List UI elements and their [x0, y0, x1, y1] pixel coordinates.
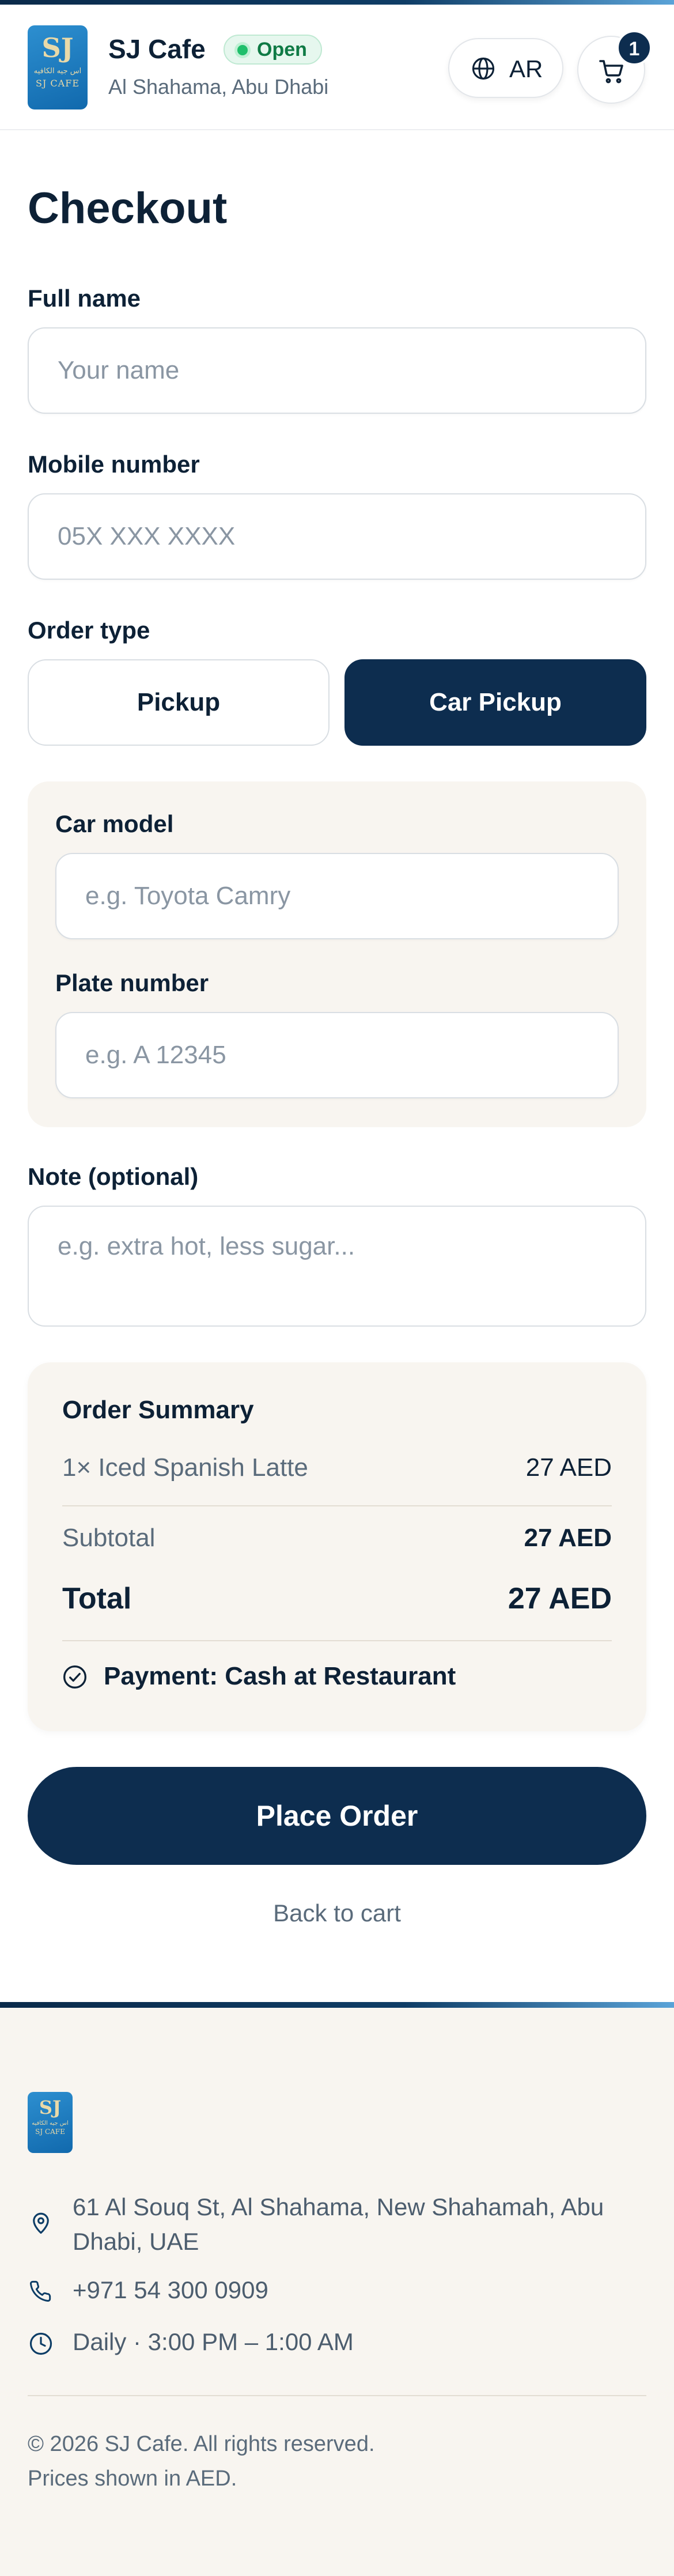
- car-details-panel: Car model Plate number: [28, 781, 646, 1127]
- language-button[interactable]: AR: [448, 38, 563, 98]
- footer-logo-english-text: SJ CAFE: [35, 2128, 65, 2136]
- mobile-input[interactable]: [28, 493, 646, 580]
- subtotal-label: Subtotal: [62, 1524, 156, 1552]
- total-label: Total: [62, 1582, 132, 1615]
- order-summary: Order Summary 1× Iced Spanish Latte 27 A…: [28, 1362, 646, 1731]
- map-pin-icon: [33, 2212, 49, 2234]
- summary-divider: [62, 1640, 612, 1641]
- shop-location: Al Shahama, Abu Dhabi: [108, 75, 329, 99]
- cafe-logo[interactable]: SJ اس جيه الكافيه SJ CAFE: [28, 25, 88, 109]
- footer-divider: [28, 2395, 646, 2396]
- order-type-car-pickup-button[interactable]: Car Pickup: [344, 659, 646, 746]
- summary-divider: [62, 1505, 612, 1506]
- language-label: AR: [509, 55, 543, 82]
- line-item-price: 27 AED: [525, 1453, 612, 1482]
- footer-logo-monogram: SJ: [39, 2097, 62, 2118]
- phone-icon: [30, 2280, 51, 2302]
- check-circle-icon: [63, 1665, 86, 1689]
- footer-accent-bar: [0, 2002, 674, 2008]
- subtotal-value: 27 AED: [524, 1524, 612, 1552]
- plate-number-input[interactable]: [55, 1012, 619, 1098]
- footer-phone[interactable]: +971 54 300 0909: [73, 2273, 643, 2307]
- status-dot-icon: [237, 45, 248, 55]
- payment-method-label: Payment: Cash at Restaurant: [104, 1662, 456, 1690]
- order-summary-title: Order Summary: [62, 1396, 254, 1424]
- car-model-label: Car model: [55, 810, 174, 837]
- logo-english-text: SJ CAFE: [35, 78, 80, 89]
- status-badge: Open: [224, 35, 322, 65]
- line-item-name: 1× Iced Spanish Latte: [62, 1453, 308, 1482]
- footer-copyright: © 2026 SJ Cafe. All rights reserved.: [28, 2432, 375, 2456]
- note-label: Note (optional): [28, 1163, 199, 1190]
- order-type-label: Order type: [28, 617, 150, 644]
- full-name-input[interactable]: [28, 327, 646, 414]
- plate-number-label: Plate number: [55, 969, 209, 996]
- logo-arabic-text: اس جيه الكافيه: [33, 67, 82, 75]
- cart-icon: [599, 60, 623, 84]
- top-accent-bar: [0, 0, 674, 5]
- page-title: Checkout: [28, 184, 228, 233]
- place-order-button[interactable]: Place Order: [28, 1767, 646, 1865]
- note-textarea[interactable]: [28, 1206, 646, 1327]
- footer-hours: Daily · 3:00 PM – 1:00 AM: [73, 2328, 354, 2355]
- footer-logo-arabic-text: اس جيه الكافيه: [32, 2120, 69, 2126]
- cart-count-badge: 1: [616, 30, 652, 66]
- footer-currency-note: Prices shown in AED.: [28, 2467, 237, 2491]
- order-type-pickup-button[interactable]: Pickup: [28, 659, 330, 746]
- shop-name: SJ Cafe: [108, 34, 206, 64]
- total-value: 27 AED: [508, 1582, 612, 1615]
- car-model-input[interactable]: [55, 853, 619, 939]
- logo-monogram: SJ: [41, 32, 74, 63]
- full-name-label: Full name: [28, 285, 141, 312]
- globe-icon: [472, 57, 495, 80]
- site-header: SJ اس جيه الكافيه SJ CAFE SJ Cafe Open A…: [0, 5, 674, 130]
- footer-address: 61 Al Souq St, Al Shahama, New Shahamah,…: [73, 2193, 604, 2255]
- mobile-label: Mobile number: [28, 451, 200, 478]
- clock-icon: [29, 2332, 52, 2355]
- site-footer: SJ اس جيه الكافيه SJ CAFE 61 Al Souq St,…: [0, 2002, 674, 2576]
- footer-logo: SJ اس جيه الكافيه SJ CAFE: [28, 2092, 73, 2153]
- back-to-cart-link[interactable]: Back to cart: [0, 1899, 674, 1927]
- status-label: Open: [257, 39, 307, 61]
